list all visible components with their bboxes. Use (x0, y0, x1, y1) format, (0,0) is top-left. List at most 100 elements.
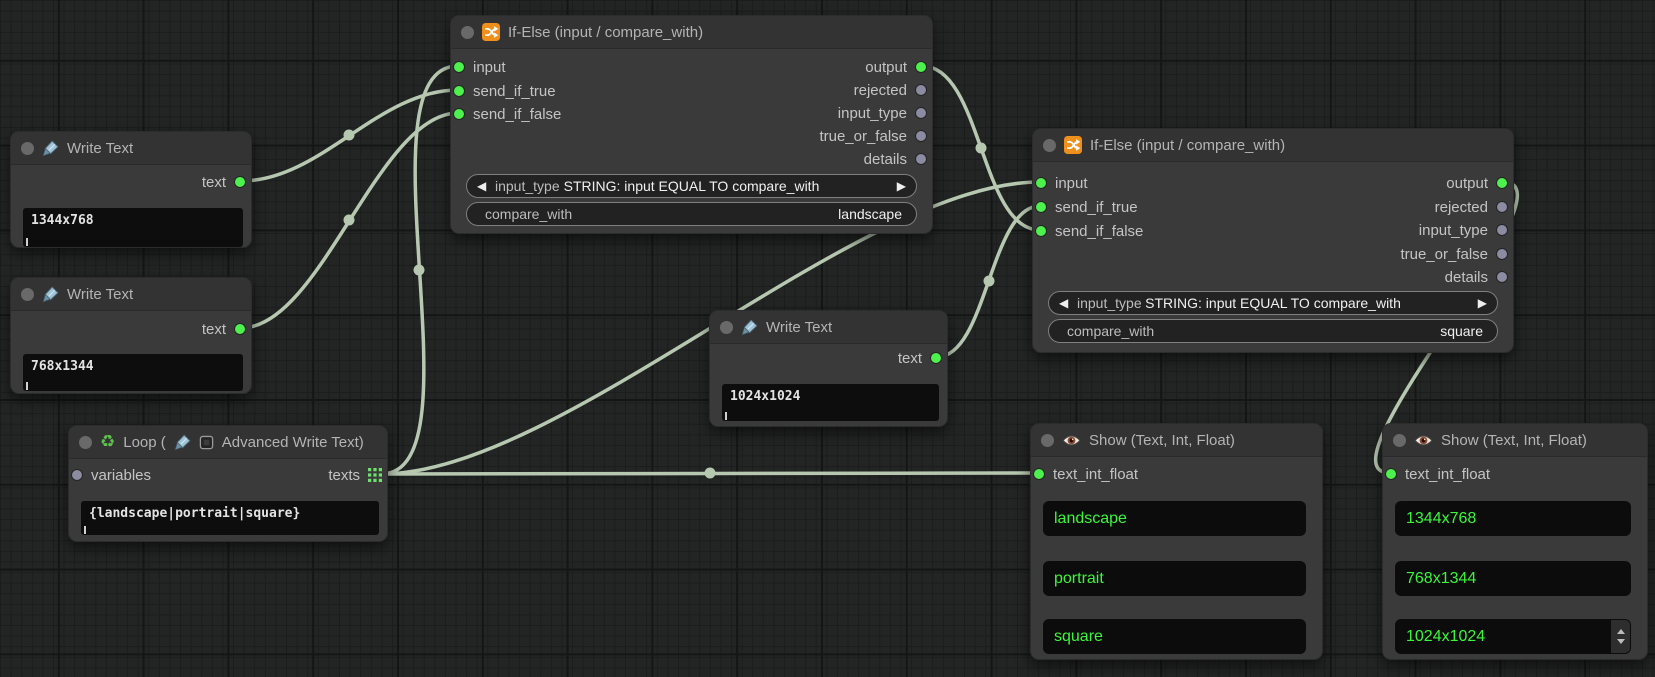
node-write-text-2[interactable]: Write Text text 768x1344 (10, 277, 252, 394)
input-port-send_if_true[interactable]: send_if_true (453, 80, 556, 102)
node-title-bar[interactable]: Write Text (11, 278, 251, 311)
text-caret (725, 412, 727, 420)
output-port-details[interactable]: details (864, 148, 927, 170)
output-port-input_type[interactable]: input_type (838, 102, 927, 124)
widget-input_type[interactable]: ◀input_typeSTRING: input EQUAL TO compar… (1048, 291, 1498, 315)
output-slot-label: true_or_false (1400, 246, 1488, 263)
input-port-dot[interactable] (453, 61, 465, 73)
output-port-dot[interactable] (930, 352, 942, 364)
combo-right-arrow[interactable]: ▶ (897, 175, 906, 197)
node-title-bar[interactable]: Show (Text, Int, Float) (1383, 424, 1647, 457)
input-port-text_int_float[interactable]: text_int_float (1033, 463, 1138, 485)
collapse-dot[interactable] (1043, 139, 1056, 152)
collapse-dot[interactable] (1393, 434, 1406, 447)
output-port-dot[interactable] (915, 84, 927, 96)
widget-value: landscape (467, 203, 916, 225)
collapse-dot[interactable] (21, 288, 34, 301)
text-caret (26, 382, 28, 390)
output-port-input_type[interactable]: input_type (1419, 219, 1508, 241)
input-port-dot[interactable] (1035, 177, 1047, 189)
node-title-bar[interactable]: If-Else (input / compare_with) (451, 16, 932, 49)
output-port-details[interactable]: details (1445, 266, 1508, 288)
input-port-send_if_true[interactable]: send_if_true (1035, 196, 1138, 218)
output-slot-label: rejected (1435, 199, 1488, 216)
node-loop-advanced-write-text[interactable]: ♻Loop (Advanced Write Text) variables text… (68, 425, 388, 542)
input-port-dot[interactable] (453, 108, 465, 120)
input-port-dot[interactable] (1385, 468, 1397, 480)
output-port-dot[interactable] (915, 107, 927, 119)
collapse-dot[interactable] (21, 142, 34, 155)
output-port-dot[interactable] (234, 176, 246, 188)
text-input-value: 1344x768 (31, 213, 94, 228)
grid-icon[interactable] (368, 468, 382, 482)
node-show-text-int-float-2[interactable]: Show (Text, Int, Float)text_int_float134… (1382, 423, 1648, 660)
output-port-texts[interactable]: texts (328, 464, 382, 486)
output-port-rejected[interactable]: rejected (854, 79, 927, 101)
input-port-dot[interactable] (1035, 225, 1047, 237)
collapse-dot[interactable] (461, 26, 474, 39)
output-port-dot[interactable] (915, 61, 927, 73)
output-port-true_or_false[interactable]: true_or_false (819, 125, 927, 147)
collapse-dot[interactable] (1041, 434, 1054, 447)
eye-icon (1414, 434, 1433, 447)
input-port-dot[interactable] (453, 85, 465, 97)
node-if-else-2[interactable]: If-Else (input / compare_with)inputsend_… (1032, 128, 1514, 353)
spinner-scrollbar[interactable] (1611, 620, 1630, 653)
output-port-output[interactable]: output (865, 56, 927, 78)
text-input[interactable]: 768x1344 (23, 354, 243, 391)
output-port-dot[interactable] (234, 323, 246, 335)
input-port-send_if_false[interactable]: send_if_false (453, 103, 561, 125)
combo-right-arrow[interactable]: ▶ (1478, 292, 1487, 314)
output-port-rejected[interactable]: rejected (1435, 196, 1508, 218)
output-port-dot[interactable] (915, 130, 927, 142)
input-slot-label: input (473, 59, 506, 76)
text-input-value: 1024x1024 (730, 389, 800, 404)
output-port-text[interactable]: text (202, 171, 246, 193)
widget-input_type[interactable]: ◀input_typeSTRING: input EQUAL TO compar… (466, 174, 917, 198)
input-port-input[interactable]: input (1035, 172, 1088, 194)
node-title-bar[interactable]: ♻Loop (Advanced Write Text) (69, 426, 387, 459)
node-title-bar[interactable]: Write Text (710, 311, 947, 344)
output-port-output[interactable]: output (1446, 172, 1508, 194)
spinner-up-arrow[interactable] (1617, 629, 1625, 634)
node-write-text-1[interactable]: Write Text text 1344x768 (10, 131, 252, 248)
input-port-send_if_false[interactable]: send_if_false (1035, 220, 1143, 242)
node-title-bar[interactable]: Show (Text, Int, Float) (1031, 424, 1322, 457)
output-port-dot[interactable] (1496, 271, 1508, 283)
text-input[interactable]: {landscape|portrait|square} (81, 501, 379, 535)
collapse-dot[interactable] (79, 436, 92, 449)
value-box: landscape (1043, 501, 1306, 536)
text-input[interactable]: 1024x1024 (722, 384, 939, 421)
output-port-true_or_false[interactable]: true_or_false (1400, 243, 1508, 265)
text-input[interactable]: 1344x768 (23, 208, 243, 247)
input-port-input[interactable]: input (453, 56, 506, 78)
node-if-else-1[interactable]: If-Else (input / compare_with)input send_… (450, 15, 933, 234)
input-port-dot[interactable] (1035, 201, 1047, 213)
input-port-variables[interactable]: variables (71, 464, 151, 486)
output-slot-label: input_type (1419, 222, 1488, 239)
node-graph-canvas[interactable]: Write Text text 1344x768 Write Text text 768x… (0, 0, 1655, 677)
input-slot-label: send_if_false (1055, 223, 1143, 240)
output-port-text[interactable]: text (202, 318, 246, 340)
node-title-bar[interactable]: Write Text (11, 132, 251, 165)
output-port-dot[interactable] (1496, 248, 1508, 260)
widget-compare_with[interactable]: compare_withsquare (1048, 319, 1498, 343)
input-port-text_int_float[interactable]: text_int_float (1385, 463, 1490, 485)
link-midpoint-dot (344, 130, 355, 141)
node-title-bar[interactable]: If-Else (input / compare_with) (1033, 129, 1513, 162)
input-port-dot[interactable] (71, 469, 83, 481)
output-port-dot[interactable] (1496, 201, 1508, 213)
collapse-dot[interactable] (720, 321, 733, 334)
output-port-dot[interactable] (1496, 224, 1508, 236)
output-port-dot[interactable] (915, 153, 927, 165)
text-input-value: 768x1344 (31, 359, 94, 374)
spinner-down-arrow[interactable] (1617, 639, 1625, 644)
node-show-text-int-float-1[interactable]: Show (Text, Int, Float) text_int_floatlan… (1030, 423, 1323, 660)
input-slot-label: text_int_float (1405, 466, 1490, 483)
input-port-dot[interactable] (1033, 468, 1045, 480)
output-port-text[interactable]: text (898, 347, 942, 369)
node-write-text-3[interactable]: Write Text text 1024x1024 (709, 310, 948, 427)
output-port-dot[interactable] (1496, 177, 1508, 189)
input-slot-label: text_int_float (1053, 466, 1138, 483)
widget-compare_with[interactable]: compare_withlandscape (466, 202, 917, 226)
